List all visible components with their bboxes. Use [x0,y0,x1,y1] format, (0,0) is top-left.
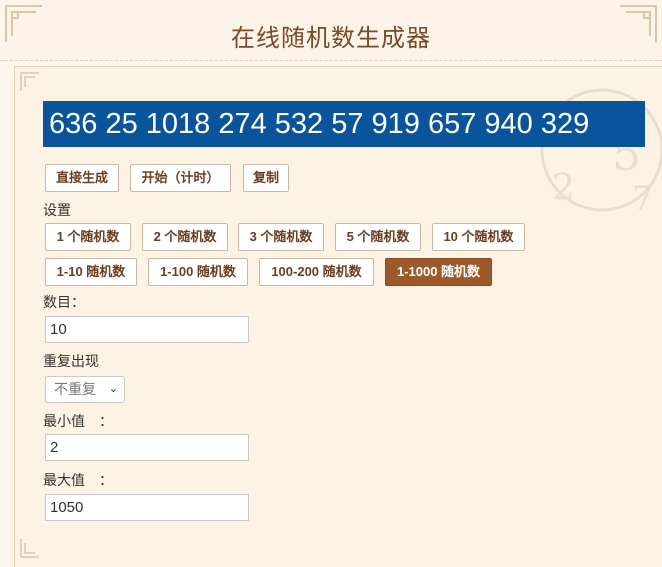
svg-text:7: 7 [632,179,654,219]
repeat-select[interactable]: 不重复 ⌄ [45,376,125,403]
count-input[interactable]: 10 [45,316,249,343]
settings-label: 设置 [43,202,71,218]
copy-button[interactable]: 复制 [243,164,289,192]
repeat-select-value: 不重复 [54,381,96,397]
start-timer-button[interactable]: 开始（计时） [130,164,231,192]
count-label: 数目： [43,294,85,310]
range-1-1000-button[interactable]: 1-1000 随机数 [385,258,492,286]
page-title: 在线随机数生成器 [231,25,431,52]
generate-button[interactable]: 直接生成 [45,164,119,192]
preset-2-numbers-button[interactable]: 2 个随机数 [142,223,228,251]
max-value-input[interactable]: 1050 [45,494,249,521]
max-label: 最大值 ： [43,472,113,488]
svg-text:2: 2 [552,168,575,209]
range-100-200-button[interactable]: 100-200 随机数 [259,258,374,286]
page-header: 在线随机数生成器 [0,0,662,61]
range-1-10-button[interactable]: 1-10 随机数 [45,258,137,286]
preset-10-numbers-button[interactable]: 10 个随机数 [432,223,525,251]
preset-3-numbers-button[interactable]: 3 个随机数 [238,223,324,251]
corner-ornament-icon [20,72,39,91]
corner-ornament-icon [20,539,39,558]
repeat-label: 重复出现 [43,353,99,369]
preset-1-number-button[interactable]: 1 个随机数 [45,223,131,251]
chevron-down-icon: ⌄ [108,383,118,395]
min-label: 最小值 ： [43,413,113,429]
decorative-numbers-icon: 3 5 2 7 [540,88,662,219]
random-numbers-output: 636 25 1018 274 532 57 919 657 940 329 [43,101,645,147]
min-value-input[interactable]: 2 [45,434,249,461]
range-1-100-button[interactable]: 1-100 随机数 [148,258,248,286]
preset-5-numbers-button[interactable]: 5 个随机数 [335,223,421,251]
